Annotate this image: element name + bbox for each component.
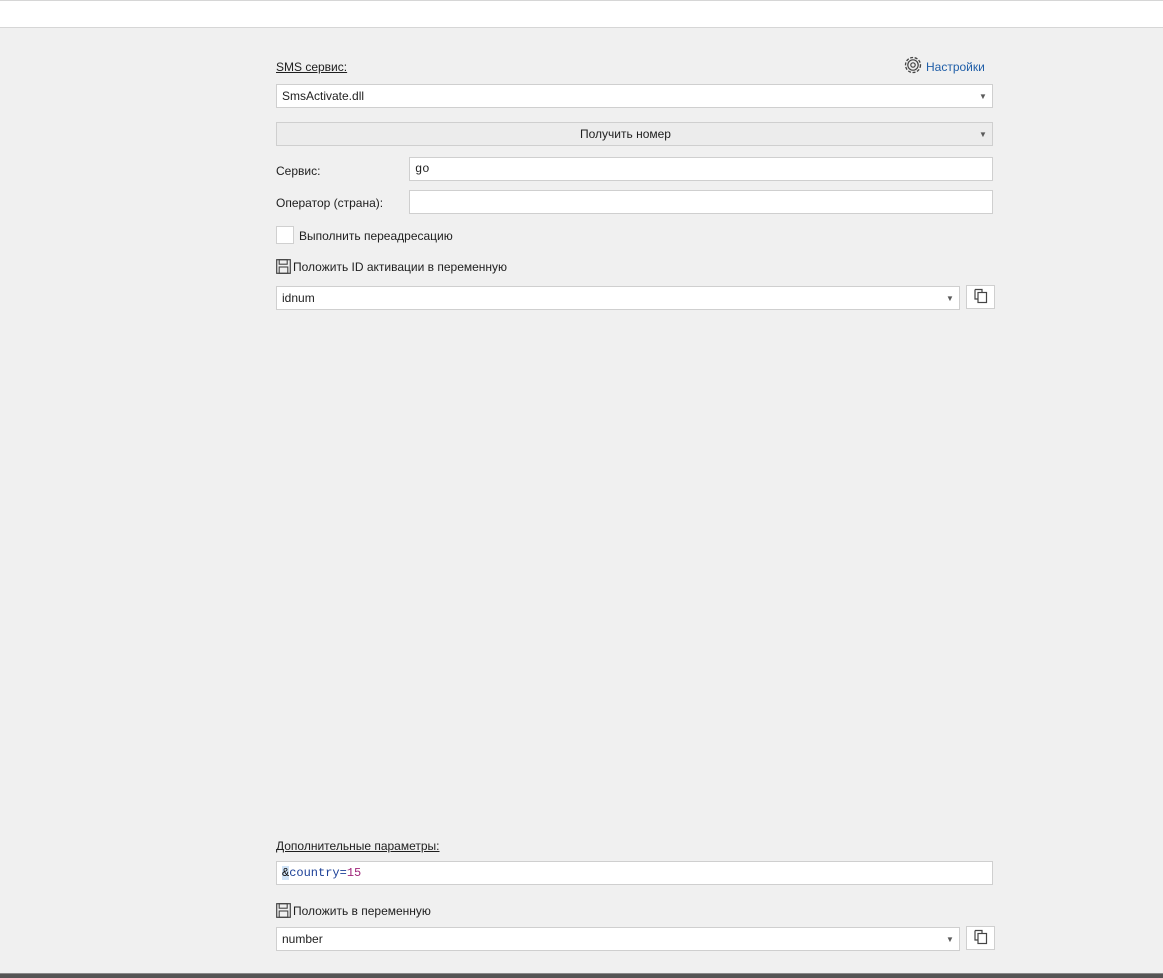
save-id-label: Положить ID активации в переменную: [293, 259, 508, 274]
operator-label: Оператор (страна):: [276, 196, 384, 210]
save-var-label: Положить в переменную: [293, 903, 431, 918]
bottom-border: [0, 973, 1163, 978]
copy-button[interactable]: [966, 285, 995, 309]
sms-service-value: SmsActivate.dll: [282, 89, 365, 103]
chevron-down-icon: ▼: [979, 91, 987, 101]
settings-link-label: Настройки: [926, 59, 985, 74]
action-value: Получить номер: [580, 127, 671, 141]
extra-params-input[interactable]: &country=15: [276, 861, 993, 885]
redirect-checkbox[interactable]: [276, 226, 294, 244]
service-label: Сервис:: [276, 164, 321, 178]
floppy-disk-icon: [276, 903, 291, 918]
sms-service-dropdown[interactable]: SmsActivate.dll ▼: [276, 84, 993, 108]
floppy-disk-icon: [276, 259, 291, 274]
gear-icon: [903, 55, 923, 78]
result-variable-value: number: [282, 932, 323, 946]
id-variable-value: idnum: [282, 291, 315, 305]
param-key: country=: [289, 866, 347, 880]
save-id-toggle[interactable]: Положить ID активации в переменную: [276, 259, 507, 274]
chevron-down-icon: ▼: [979, 129, 987, 139]
copy-icon: [973, 929, 989, 948]
sms-service-label: SMS сервис:: [276, 60, 348, 74]
chevron-down-icon: ▼: [946, 293, 954, 303]
id-variable-dropdown[interactable]: idnum ▼: [276, 286, 960, 310]
save-var-toggle[interactable]: Положить в переменную: [276, 903, 431, 918]
extra-params-label: Дополнительные параметры:: [276, 839, 440, 853]
redirect-label: Выполнить переадресацию: [299, 229, 453, 243]
copy-button[interactable]: [966, 926, 995, 950]
service-input[interactable]: go: [409, 157, 993, 181]
result-variable-dropdown[interactable]: number ▼: [276, 927, 960, 951]
chevron-down-icon: ▼: [946, 934, 954, 944]
top-toolbar: [0, 0, 1163, 28]
action-dropdown[interactable]: Получить номер ▼: [276, 122, 993, 146]
service-value: go: [415, 162, 430, 176]
settings-link[interactable]: Настройки: [903, 55, 985, 78]
param-value: 15: [346, 866, 362, 880]
copy-icon: [973, 288, 989, 307]
operator-input[interactable]: [409, 190, 993, 214]
extra-params-value: &country=15: [282, 866, 992, 880]
